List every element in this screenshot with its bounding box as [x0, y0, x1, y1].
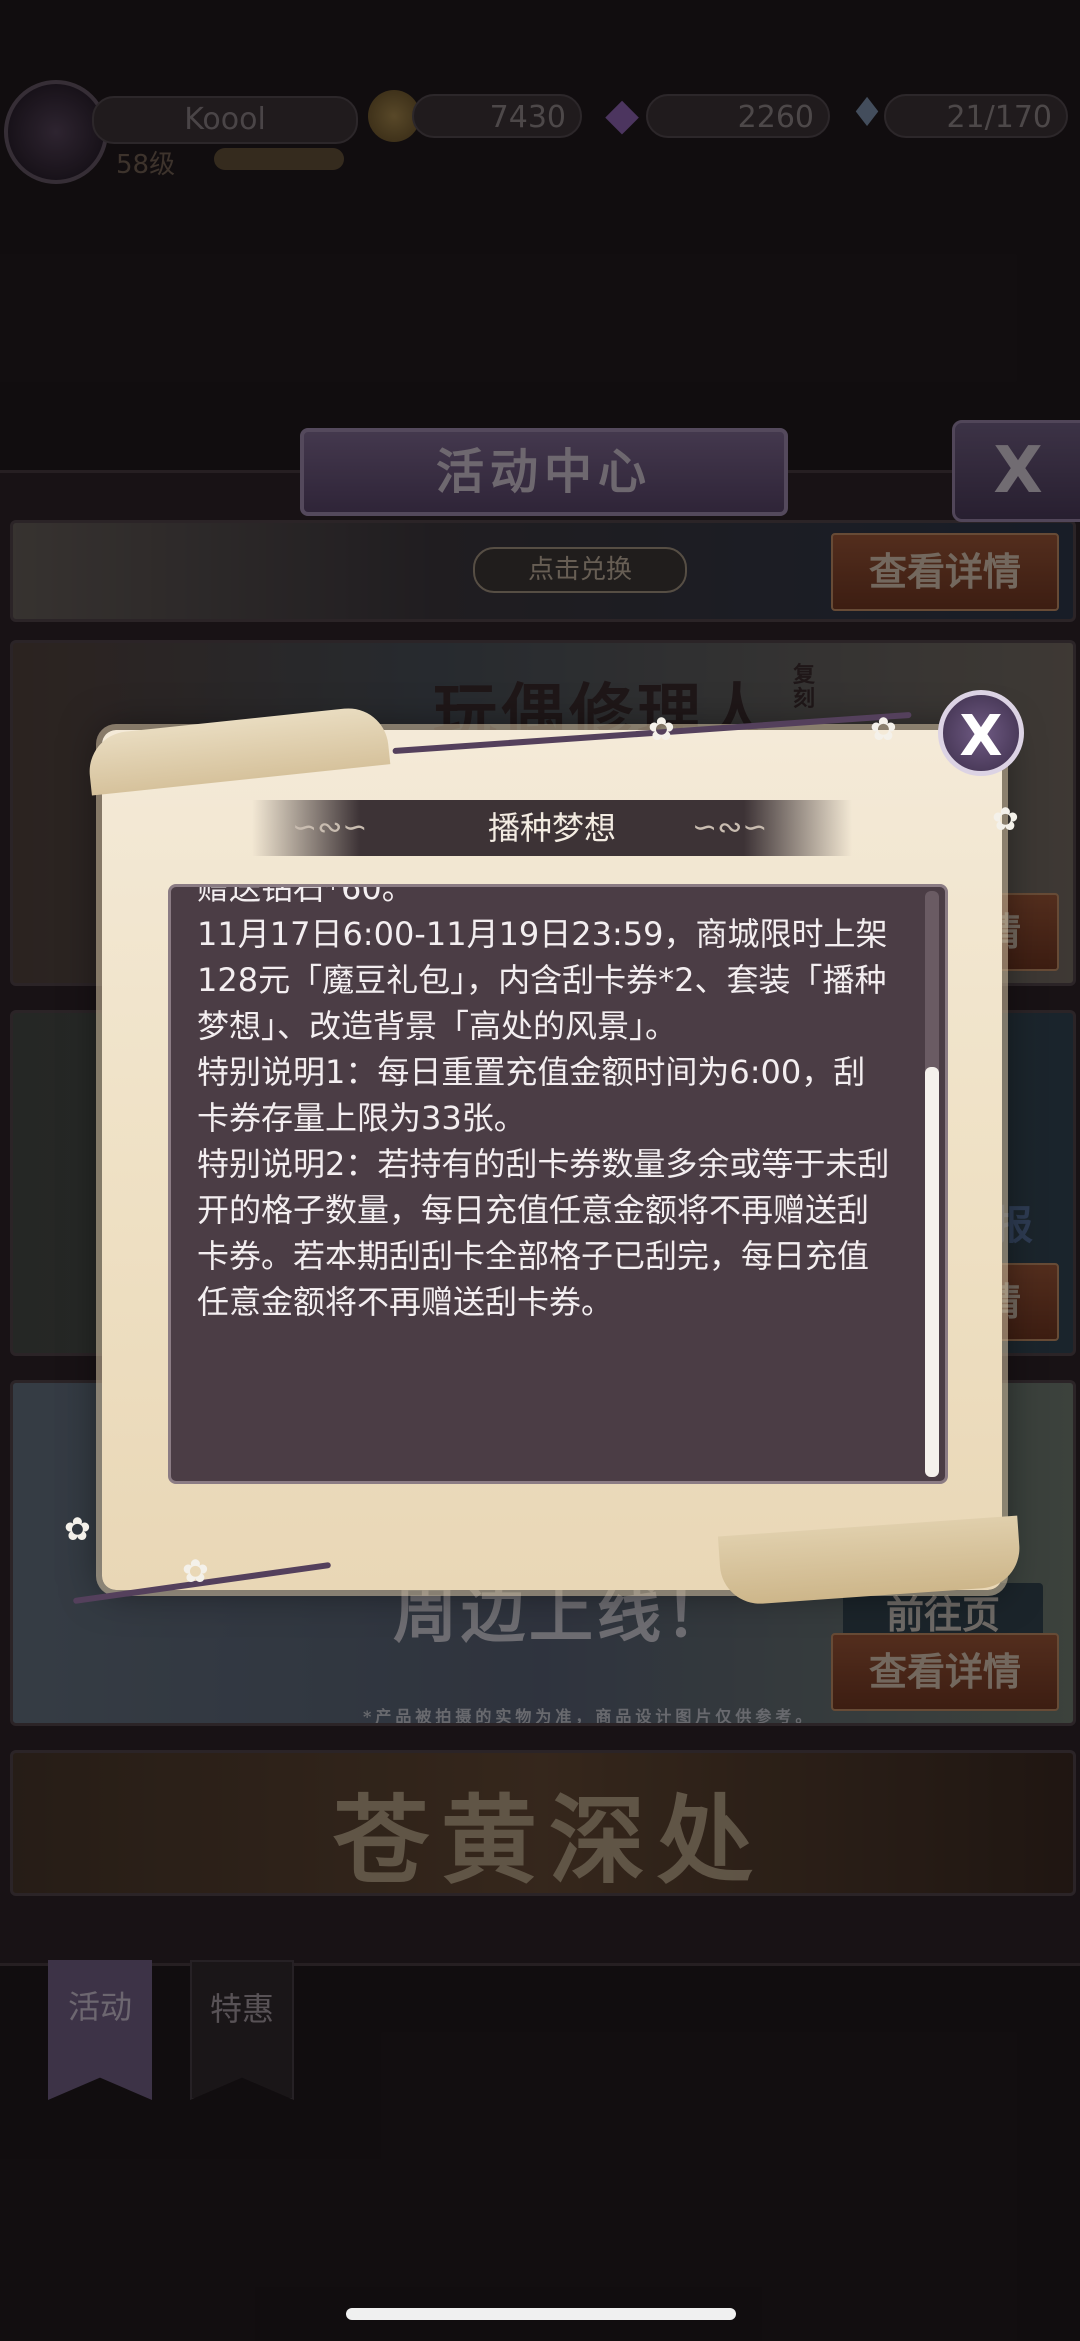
event-banner[interactable]: 点击兑换 查看详情 — [10, 520, 1076, 622]
tab-special-offer[interactable]: 特惠 — [190, 1960, 294, 2100]
redeem-button[interactable]: 点击兑换 — [473, 547, 687, 593]
flourish-left-icon: ∽∾∽ — [292, 810, 368, 845]
activity-panel-title: 活动中心 — [300, 428, 788, 516]
event-banner[interactable]: 苍黄深处 — [10, 1750, 1076, 1896]
avatar[interactable] — [4, 80, 108, 184]
home-indicator[interactable] — [346, 2308, 736, 2320]
dialog-close-button[interactable]: X — [938, 690, 1024, 776]
top-hud: Koool 58级 7430 ◆ 2260 ♦ 21/170 — [0, 80, 1080, 200]
panel-close-button[interactable]: X — [952, 420, 1080, 522]
event-detail-dialog: ✿ ✿ ✿ ✿ ✿ 播种梦想 ∽∾∽ ∽∾∽ 赠送钻石*60。 11月17日6:… — [64, 690, 1024, 1607]
player-name: Koool — [92, 96, 358, 144]
view-details-button[interactable]: 查看详情 — [831, 533, 1059, 611]
view-details-button[interactable]: 查看详情 — [831, 1633, 1059, 1711]
dialog-body-text: 赠送钻石*60。 11月17日6:00-11月19日23:59，商城限时上架12… — [197, 884, 890, 1321]
tab-activity[interactable]: 活动 — [48, 1960, 152, 2100]
diamond-icon: ◆ — [605, 89, 639, 140]
flourish-right-icon: ∽∾∽ — [692, 810, 768, 845]
banner-note: *产品被拍摄的实物为准，商品设计图片仅供参考。 — [363, 1707, 816, 1726]
gold-counter[interactable]: 7430 — [412, 94, 582, 138]
dialog-content-scroll[interactable]: 赠送钻石*60。 11月17日6:00-11月19日23:59，商城限时上架12… — [168, 884, 948, 1484]
rose-icon: ✿ — [648, 710, 675, 748]
stamina-counter[interactable]: 21/170 — [884, 94, 1068, 138]
diamond-counter[interactable]: 2260 — [646, 94, 830, 138]
rose-icon: ✿ — [64, 1510, 91, 1548]
rose-icon: ✿ — [182, 1552, 209, 1590]
rose-icon: ✿ — [870, 710, 897, 748]
scrollbar-thumb[interactable] — [925, 1067, 939, 1477]
exp-bar — [214, 148, 344, 170]
banner-title: 苍黄深处 — [333, 1784, 765, 1896]
rose-icon: ✿ — [992, 800, 1019, 838]
player-level: 58级 — [116, 150, 176, 180]
